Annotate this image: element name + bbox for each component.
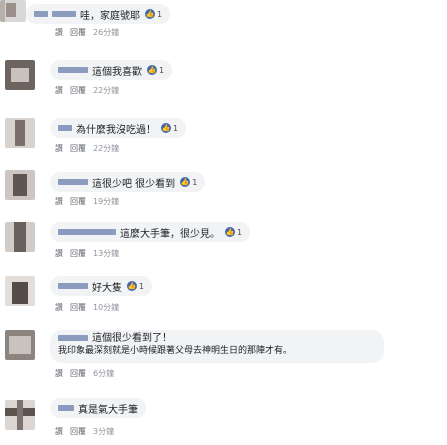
comment-bubble: 這麼大手筆，很少見。 👍 1 <box>50 222 251 242</box>
commenter-name[interactable] <box>58 229 116 235</box>
like-link[interactable]: 讚 <box>55 143 63 154</box>
reply-link[interactable]: 回覆 <box>70 368 86 379</box>
comment-bubble: 好大隻 👍 1 <box>50 276 153 296</box>
comment-bubble: 真是氣大手筆 <box>50 398 146 418</box>
like-link[interactable]: 讚 <box>55 302 63 313</box>
comment-time: 6分鐘 <box>93 369 115 378</box>
like-link[interactable]: 讚 <box>55 27 63 38</box>
reaction-count[interactable]: 👍 1 <box>180 177 197 187</box>
comment-time: 26分鐘 <box>93 28 120 37</box>
comment-meta: 讚 回覆 6分鐘 <box>55 368 114 379</box>
reply-link[interactable]: 回覆 <box>70 27 86 38</box>
comment-bubble: 這個我喜歡 👍 1 <box>50 60 173 80</box>
reply-link[interactable]: 回覆 <box>70 196 86 207</box>
like-icon: 👍 <box>161 123 171 133</box>
commenter-name[interactable] <box>58 67 88 73</box>
comment-time: 22分鐘 <box>93 86 120 95</box>
commenter-name[interactable] <box>58 283 88 289</box>
comment-text: 這個我喜歡 <box>92 66 142 78</box>
avatar[interactable] <box>5 60 35 90</box>
comment-item: 這個我喜歡 👍 1 讚 回覆 22分鐘 <box>0 60 447 100</box>
comment-text: 這麼大手筆，很少見。 <box>120 228 220 240</box>
comment-text: 這個很少看到了！ <box>92 333 172 344</box>
like-link[interactable]: 讚 <box>55 248 63 259</box>
comment-item: 這很少吧 很少看到 👍 1 讚 回覆 19分鐘 <box>0 170 447 210</box>
avatar[interactable] <box>5 400 35 430</box>
comment-text-line2: 我印象最深刻就是小時候跟著父母去神明生日的那陣才有。 <box>58 346 293 356</box>
comment-item: 哇，家庭號耶 👍 1 讚 回覆 26分鐘 <box>0 0 447 40</box>
reaction-count[interactable]: 👍 1 <box>161 123 178 133</box>
comment-meta: 讚 回覆 19分鐘 <box>55 196 119 207</box>
comment-meta: 讚 回覆 26分鐘 <box>55 27 119 38</box>
reply-link[interactable]: 回覆 <box>70 85 86 96</box>
comment-item: 這個很少看到了！ 我印象最深刻就是小時候跟著父母去神明生日的那陣才有。 讚 回覆… <box>0 330 447 380</box>
commenter-name[interactable] <box>34 11 48 17</box>
like-icon: 👍 <box>225 227 235 237</box>
like-icon: 👍 <box>145 9 155 19</box>
comment-time: 22分鐘 <box>93 144 120 153</box>
reaction-count[interactable]: 👍 1 <box>147 65 164 75</box>
avatar[interactable] <box>0 0 26 22</box>
commenter-name[interactable] <box>58 405 74 411</box>
comment-item: 好大隻 👍 1 讚 回覆 10分鐘 <box>0 276 447 316</box>
commenter-name[interactable] <box>52 11 76 17</box>
like-link[interactable]: 讚 <box>55 368 63 379</box>
reply-link[interactable]: 回覆 <box>70 248 86 259</box>
comment-item: 真是氣大手筆 讚 回覆 3分鐘 <box>0 398 447 442</box>
comment-meta: 讚 回覆 22分鐘 <box>55 85 119 96</box>
avatar[interactable] <box>5 276 35 306</box>
comment-meta: 讚 回覆 3分鐘 <box>55 426 114 437</box>
reaction-count[interactable]: 👍 1 <box>127 281 144 291</box>
comment-meta: 讚 回覆 13分鐘 <box>55 248 119 259</box>
avatar[interactable] <box>5 170 35 200</box>
comment-bubble: 哇，家庭號耶 👍 1 <box>26 4 171 24</box>
comment-text: 為什麼我沒吃過！ <box>76 124 156 136</box>
reaction-count[interactable]: 👍 1 <box>145 9 162 19</box>
comment-meta: 讚 回覆 22分鐘 <box>55 143 119 154</box>
avatar[interactable] <box>5 330 35 360</box>
comment-time: 3分鐘 <box>93 427 115 436</box>
reply-link[interactable]: 回覆 <box>70 302 86 313</box>
commenter-name[interactable] <box>58 335 88 341</box>
comment-time: 10分鐘 <box>93 303 120 312</box>
reply-link[interactable]: 回覆 <box>70 426 86 437</box>
comment-text: 真是氣大手筆 <box>78 404 138 416</box>
comment-text: 哇，家庭號耶 <box>80 10 140 22</box>
comment-bubble: 為什麼我沒吃過！ 👍 1 <box>50 118 187 138</box>
comment-item: 這麼大手筆，很少見。 👍 1 讚 回覆 13分鐘 <box>0 222 447 262</box>
comment-bubble: 這個很少看到了！ 我印象最深刻就是小時候跟著父母去神明生日的那陣才有。 <box>50 330 384 363</box>
comment-time: 13分鐘 <box>93 249 120 258</box>
avatar[interactable] <box>5 222 35 252</box>
avatar[interactable] <box>5 118 35 148</box>
comment-item: 為什麼我沒吃過！ 👍 1 讚 回覆 22分鐘 <box>0 118 447 158</box>
commenter-name[interactable] <box>58 179 88 185</box>
commenter-name[interactable] <box>58 125 72 131</box>
comment-time: 19分鐘 <box>93 197 120 206</box>
comment-text: 這很少吧 很少看到 <box>92 178 176 190</box>
like-icon: 👍 <box>147 65 157 75</box>
reaction-count[interactable]: 👍 1 <box>225 227 242 237</box>
like-icon: 👍 <box>180 177 191 187</box>
like-link[interactable]: 讚 <box>55 196 63 207</box>
like-link[interactable]: 讚 <box>55 85 63 96</box>
like-link[interactable]: 讚 <box>55 426 63 437</box>
like-icon: 👍 <box>127 281 137 291</box>
reply-link[interactable]: 回覆 <box>70 143 86 154</box>
comment-bubble: 這很少吧 很少看到 👍 1 <box>50 172 206 192</box>
comment-text: 好大隻 <box>92 282 122 294</box>
comment-meta: 讚 回覆 10分鐘 <box>55 302 119 313</box>
